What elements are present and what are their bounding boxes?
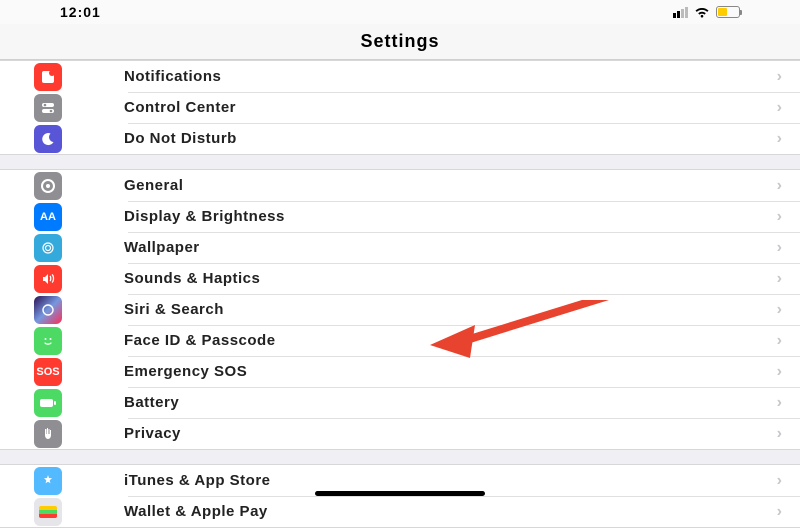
row-do-not-disturb[interactable]: Do Not Disturb › [0,123,800,154]
chevron-right-icon: › [777,177,782,195]
battery-row-icon [34,389,62,417]
gear-icon [34,172,62,200]
settings-group-2: iTunes & App Store › Wallet & Apple Pay … [0,464,800,528]
page-title: Settings [360,31,439,52]
row-label: Privacy [124,425,181,442]
row-label: Emergency SOS [124,363,247,380]
row-label: Face ID & Passcode [124,332,276,349]
wallet-icon [34,498,62,526]
row-siri[interactable]: Siri & Search › [0,294,800,325]
row-battery[interactable]: Battery › [0,387,800,418]
wallpaper-icon [34,234,62,262]
chevron-right-icon: › [777,270,782,288]
row-label: Notifications [124,68,221,85]
status-bar: 12:01 [0,0,800,24]
settings-group-0: Notifications › Control Center › Do Not … [0,60,800,155]
row-label: Sounds & Haptics [124,270,260,287]
row-label: Wallpaper [124,239,200,256]
chevron-right-icon: › [777,208,782,226]
row-general[interactable]: General › [0,170,800,201]
hand-icon [34,420,62,448]
speaker-icon [34,265,62,293]
row-label: iTunes & App Store [124,472,271,489]
row-label: Control Center [124,99,236,116]
wifi-icon [694,6,710,18]
control-center-icon [34,94,62,122]
row-faceid[interactable]: Face ID & Passcode › [0,325,800,356]
chevron-right-icon: › [777,239,782,257]
display-icon: AA [34,203,62,231]
home-indicator [315,491,485,496]
face-id-icon [34,327,62,355]
chevron-right-icon: › [777,130,782,148]
row-label: General [124,177,183,194]
row-label: Siri & Search [124,301,224,318]
moon-icon [34,125,62,153]
chevron-right-icon: › [777,68,782,86]
chevron-right-icon: › [777,503,782,521]
cellular-signal-icon [673,7,688,18]
chevron-right-icon: › [777,425,782,443]
app-store-icon [34,467,62,495]
chevron-right-icon: › [777,394,782,412]
battery-icon [716,6,740,18]
row-label: Battery [124,394,179,411]
status-time: 12:01 [60,4,101,20]
chevron-right-icon: › [777,301,782,319]
row-display[interactable]: AA Display & Brightness › [0,201,800,232]
chevron-right-icon: › [777,332,782,350]
chevron-right-icon: › [777,99,782,117]
sos-icon: SOS [34,358,62,386]
row-sounds[interactable]: Sounds & Haptics › [0,263,800,294]
siri-icon [34,296,62,324]
settings-group-1: General › AA Display & Brightness › Wall… [0,169,800,450]
chevron-right-icon: › [777,363,782,381]
row-notifications[interactable]: Notifications › [0,61,800,92]
row-label: Wallet & Apple Pay [124,503,268,520]
notifications-icon [34,63,62,91]
row-control-center[interactable]: Control Center › [0,92,800,123]
row-privacy[interactable]: Privacy › [0,418,800,449]
row-label: Display & Brightness [124,208,285,225]
row-label: Do Not Disturb [124,130,237,147]
row-sos[interactable]: SOS Emergency SOS › [0,356,800,387]
chevron-right-icon: › [777,472,782,490]
row-wallet[interactable]: Wallet & Apple Pay › [0,496,800,527]
row-wallpaper[interactable]: Wallpaper › [0,232,800,263]
title-bar: Settings [0,24,800,60]
